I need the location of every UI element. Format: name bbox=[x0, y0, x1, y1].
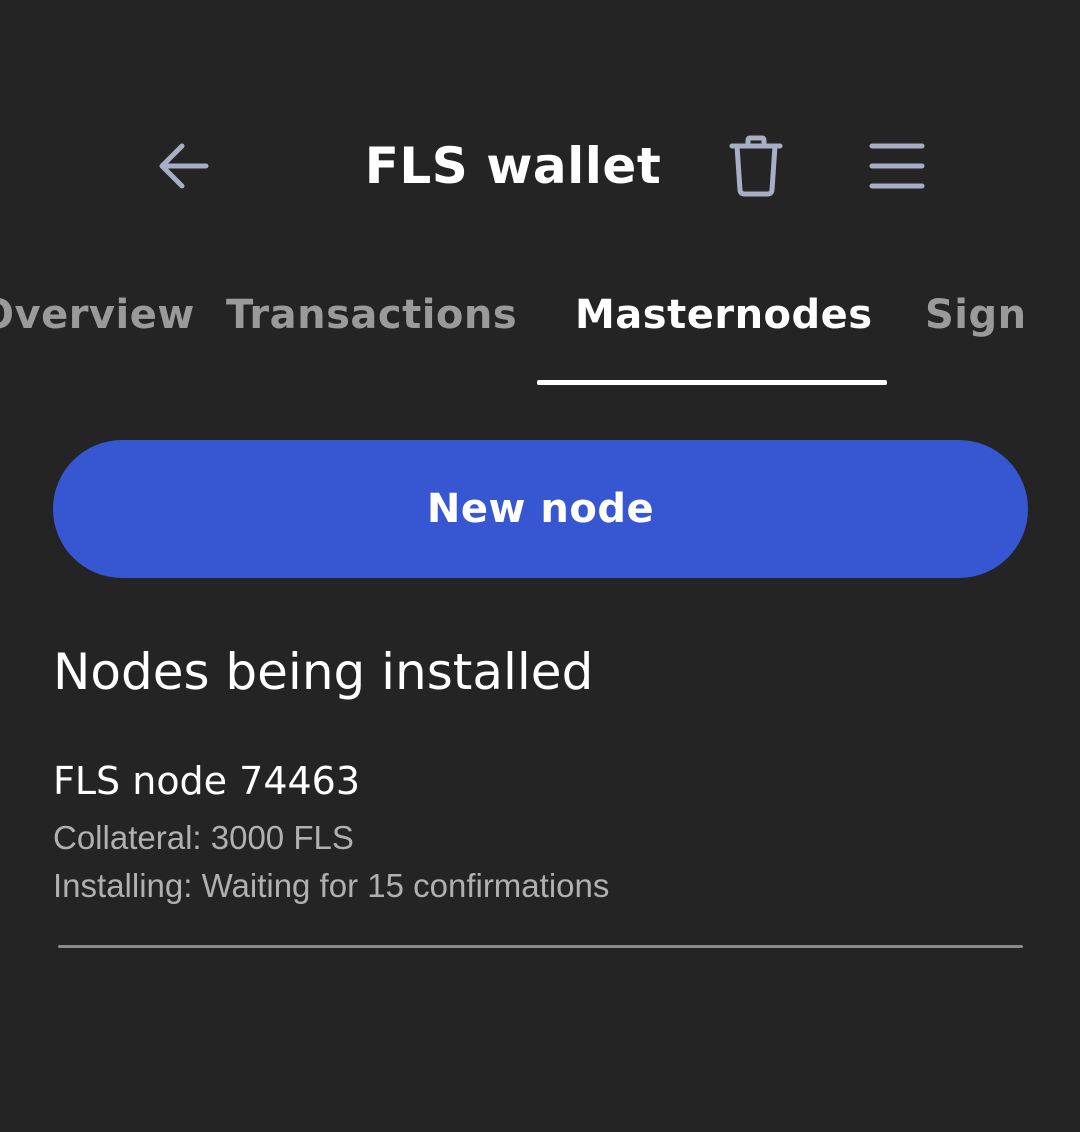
node-status: Installing: Waiting for 15 confirmations bbox=[53, 867, 610, 904]
tab-sign[interactable]: Sign bbox=[925, 290, 1027, 340]
divider bbox=[58, 945, 1023, 948]
list-item[interactable]: FLS node 74463 Collateral: 3000 FLS Inst… bbox=[53, 755, 1028, 950]
tab-bar: Overview Transactions Masternodes Sign bbox=[0, 270, 1080, 390]
new-node-button[interactable]: New node bbox=[53, 440, 1028, 578]
delete-button[interactable] bbox=[722, 130, 790, 202]
tab-transactions[interactable]: Transactions bbox=[226, 290, 517, 340]
section-heading: Nodes being installed bbox=[53, 643, 594, 701]
arrow-left-icon bbox=[159, 143, 209, 189]
back-button[interactable] bbox=[150, 132, 218, 200]
trash-icon bbox=[729, 135, 783, 197]
tab-masternodes[interactable]: Masternodes bbox=[575, 290, 873, 340]
menu-button[interactable] bbox=[862, 132, 932, 200]
hamburger-menu-icon bbox=[869, 143, 925, 189]
page-title: FLS wallet bbox=[364, 137, 662, 195]
tab-overview[interactable]: Overview bbox=[0, 290, 195, 340]
node-collateral: Collateral: 3000 FLS bbox=[53, 819, 354, 856]
active-tab-indicator bbox=[537, 380, 887, 385]
node-name: FLS node 74463 bbox=[53, 759, 361, 803]
